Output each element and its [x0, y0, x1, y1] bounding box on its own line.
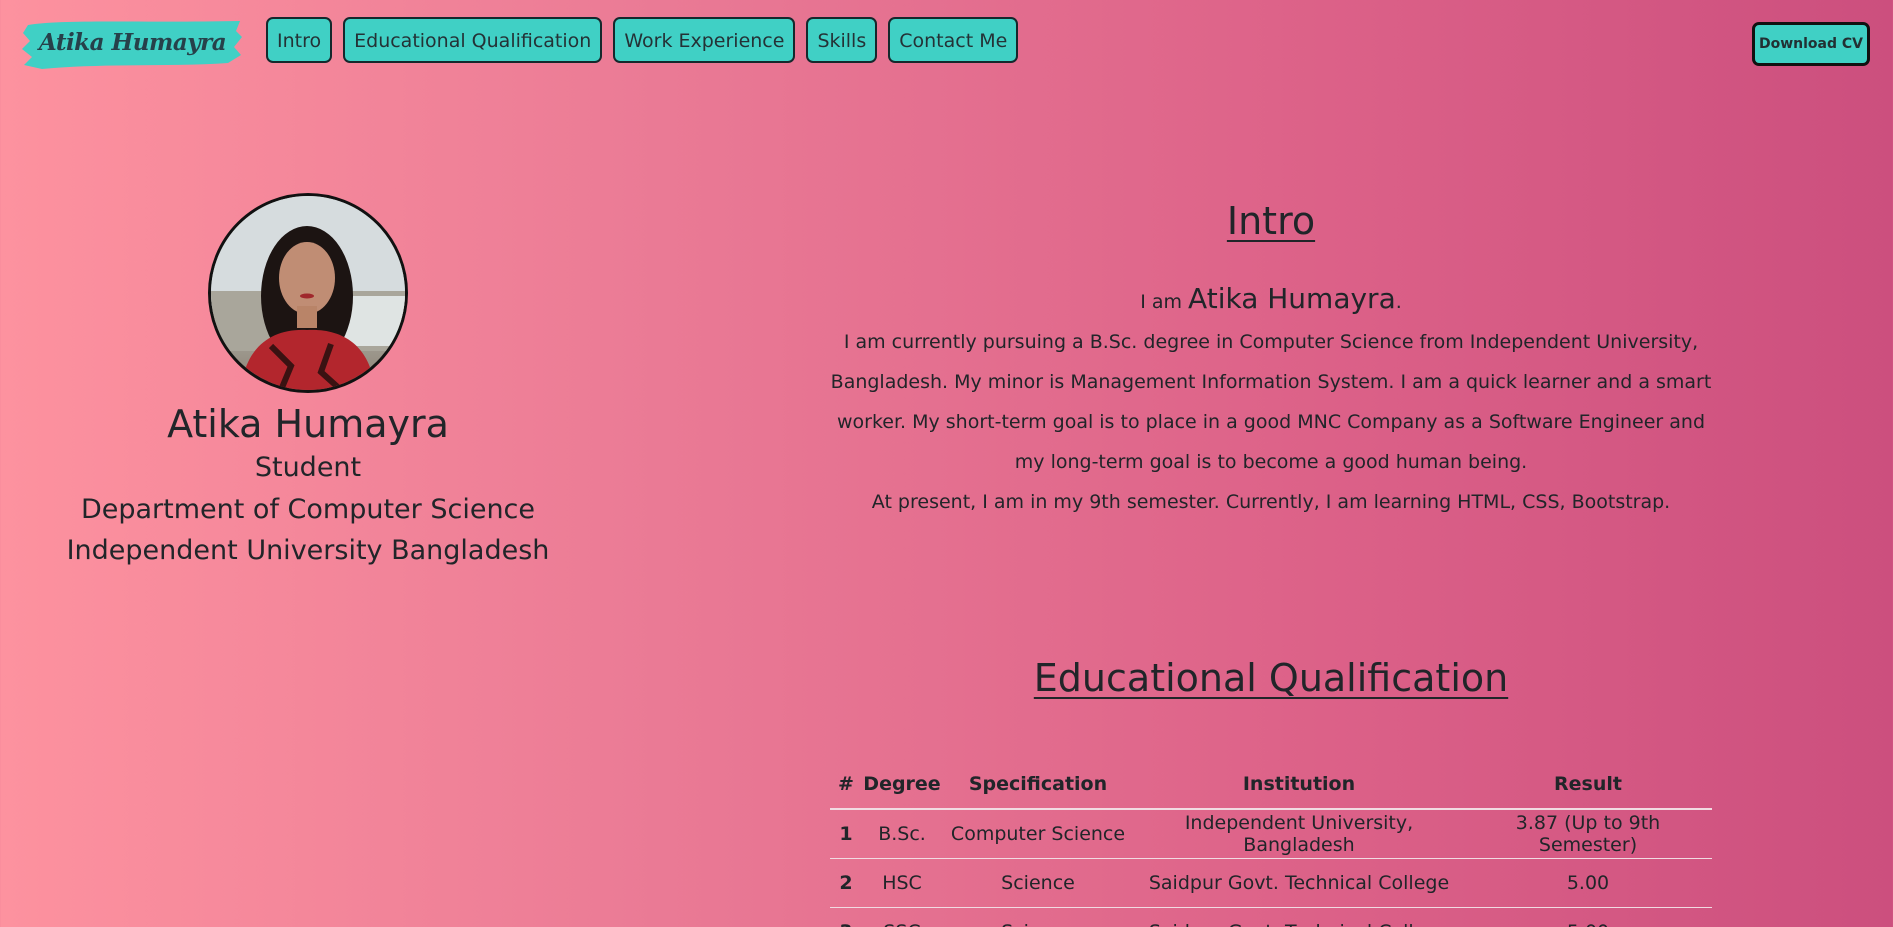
row-number: 3 — [830, 907, 862, 927]
row-result: 5.00 — [1464, 858, 1712, 908]
intro-suffix: . — [1395, 291, 1402, 313]
col-header-result: Result — [1464, 759, 1712, 810]
intro-paragraph: I am currently pursuing a B.Sc. degree i… — [830, 331, 1712, 473]
row-result: 3.87 (Up to 9th Semester) — [1464, 809, 1712, 859]
nav-contact-button[interactable]: Contact Me — [888, 17, 1019, 63]
avatar — [208, 193, 408, 393]
education-table: # Degree Specification Institution Resul… — [830, 759, 1712, 927]
nav-links: Intro Educational Qualification Work Exp… — [266, 17, 1019, 63]
col-header-number: # — [830, 759, 862, 810]
row-institution: Saidpur Govt. Technical College — [1134, 907, 1464, 927]
row-number: 1 — [830, 809, 862, 859]
intro-present: At present, I am in my 9th semester. Cur… — [871, 491, 1671, 513]
table-row: 2 HSC Science Saidpur Govt. Technical Co… — [830, 858, 1712, 908]
table-header-row: # Degree Specification Institution Resul… — [830, 759, 1712, 810]
row-specification: Computer Science — [942, 809, 1134, 859]
nav-skills-button[interactable]: Skills — [806, 17, 878, 63]
intro-name: Atika Humayra — [1188, 282, 1396, 315]
col-header-institution: Institution — [1134, 759, 1464, 810]
table-row: 3 SSC Science Saidpur Govt. Technical Co… — [830, 907, 1712, 927]
profile-department: Department of Computer Science — [80, 494, 536, 525]
row-institution: Saidpur Govt. Technical College — [1134, 858, 1464, 908]
brand-name: Atika Humayra — [38, 29, 227, 56]
row-degree: HSC — [862, 858, 942, 908]
row-number: 2 — [830, 858, 862, 908]
avatar-photo — [211, 196, 405, 390]
nav-intro-button[interactable]: Intro — [266, 17, 333, 63]
row-specification: Science — [942, 858, 1134, 908]
col-header-specification: Specification — [942, 759, 1134, 810]
main-content: Intro I am Atika Humayra. I am currently… — [830, 190, 1712, 927]
row-specification: Science — [942, 907, 1134, 927]
row-degree: SSC — [862, 907, 942, 927]
education-heading: Educational Qualification — [1033, 656, 1509, 700]
nav-education-button[interactable]: Educational Qualification — [343, 17, 603, 63]
profile-university: Independent University Bangladesh — [66, 535, 550, 566]
brand-logo[interactable]: Atika Humayra — [22, 17, 243, 69]
nav-work-experience-button[interactable]: Work Experience — [613, 17, 796, 63]
col-header-degree: Degree — [862, 759, 942, 810]
intro-section: I am Atika Humayra. I am currently pursu… — [830, 279, 1712, 522]
row-institution: Independent University, Bangladesh — [1134, 809, 1464, 859]
navbar: Atika Humayra Intro Educational Qualific… — [0, 0, 1893, 86]
profile-name: Atika Humayra — [167, 402, 449, 446]
download-cv-button[interactable]: Download CV — [1752, 22, 1870, 66]
intro-heading: Intro — [1226, 199, 1316, 243]
row-result: 5.00 — [1464, 907, 1712, 927]
intro-greeting: I am Atika Humayra. — [830, 279, 1712, 322]
profile-role: Student — [254, 452, 362, 483]
table-row: 1 B.Sc. Computer Science Independent Uni… — [830, 809, 1712, 859]
intro-prefix: I am — [1140, 291, 1182, 313]
row-degree: B.Sc. — [862, 809, 942, 859]
